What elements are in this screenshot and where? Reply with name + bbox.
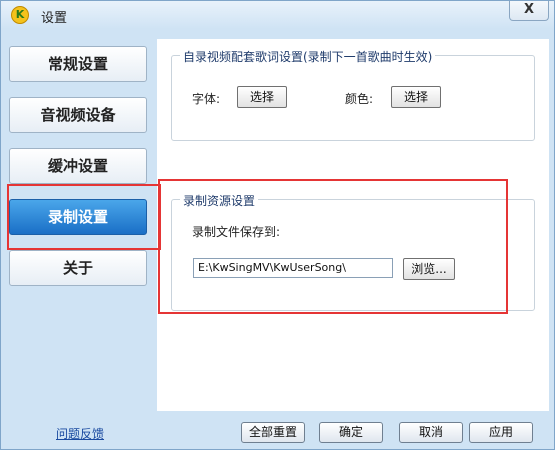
app-logo-icon: K bbox=[11, 6, 29, 24]
color-label: 颜色: bbox=[345, 92, 374, 106]
title-bar[interactable]: K 设置 X bbox=[1, 1, 554, 29]
lyrics-group-title: 自录视频配套歌词设置(录制下一首歌曲时生效) bbox=[180, 48, 436, 65]
sidebar-item-general[interactable]: 常规设置 bbox=[9, 46, 147, 82]
cancel-button[interactable]: 取消 bbox=[399, 422, 463, 443]
close-button[interactable]: X bbox=[509, 1, 549, 21]
apply-button[interactable]: 应用 bbox=[469, 422, 533, 443]
window-title: 设置 bbox=[41, 11, 68, 26]
sidebar-item-about[interactable]: 关于 bbox=[9, 250, 147, 286]
feedback-link[interactable]: 问题反馈 bbox=[56, 425, 104, 442]
sidebar-item-buffer[interactable]: 缓冲设置 bbox=[9, 148, 147, 184]
font-label: 字体: bbox=[192, 92, 221, 106]
sidebar-item-audio-video[interactable]: 音视频设备 bbox=[9, 97, 147, 133]
highlight-box-sidebar bbox=[7, 184, 161, 250]
color-select-button[interactable]: 选择 bbox=[391, 86, 441, 108]
ok-button[interactable]: 确定 bbox=[319, 422, 383, 443]
settings-window: K 设置 X 常规设置 音视频设备 缓冲设置 录制设置 关于 自录视频配套歌词设… bbox=[0, 0, 555, 450]
font-select-button[interactable]: 选择 bbox=[237, 86, 287, 108]
reset-all-button[interactable]: 全部重置 bbox=[241, 422, 305, 443]
highlight-box-recording bbox=[158, 179, 508, 314]
